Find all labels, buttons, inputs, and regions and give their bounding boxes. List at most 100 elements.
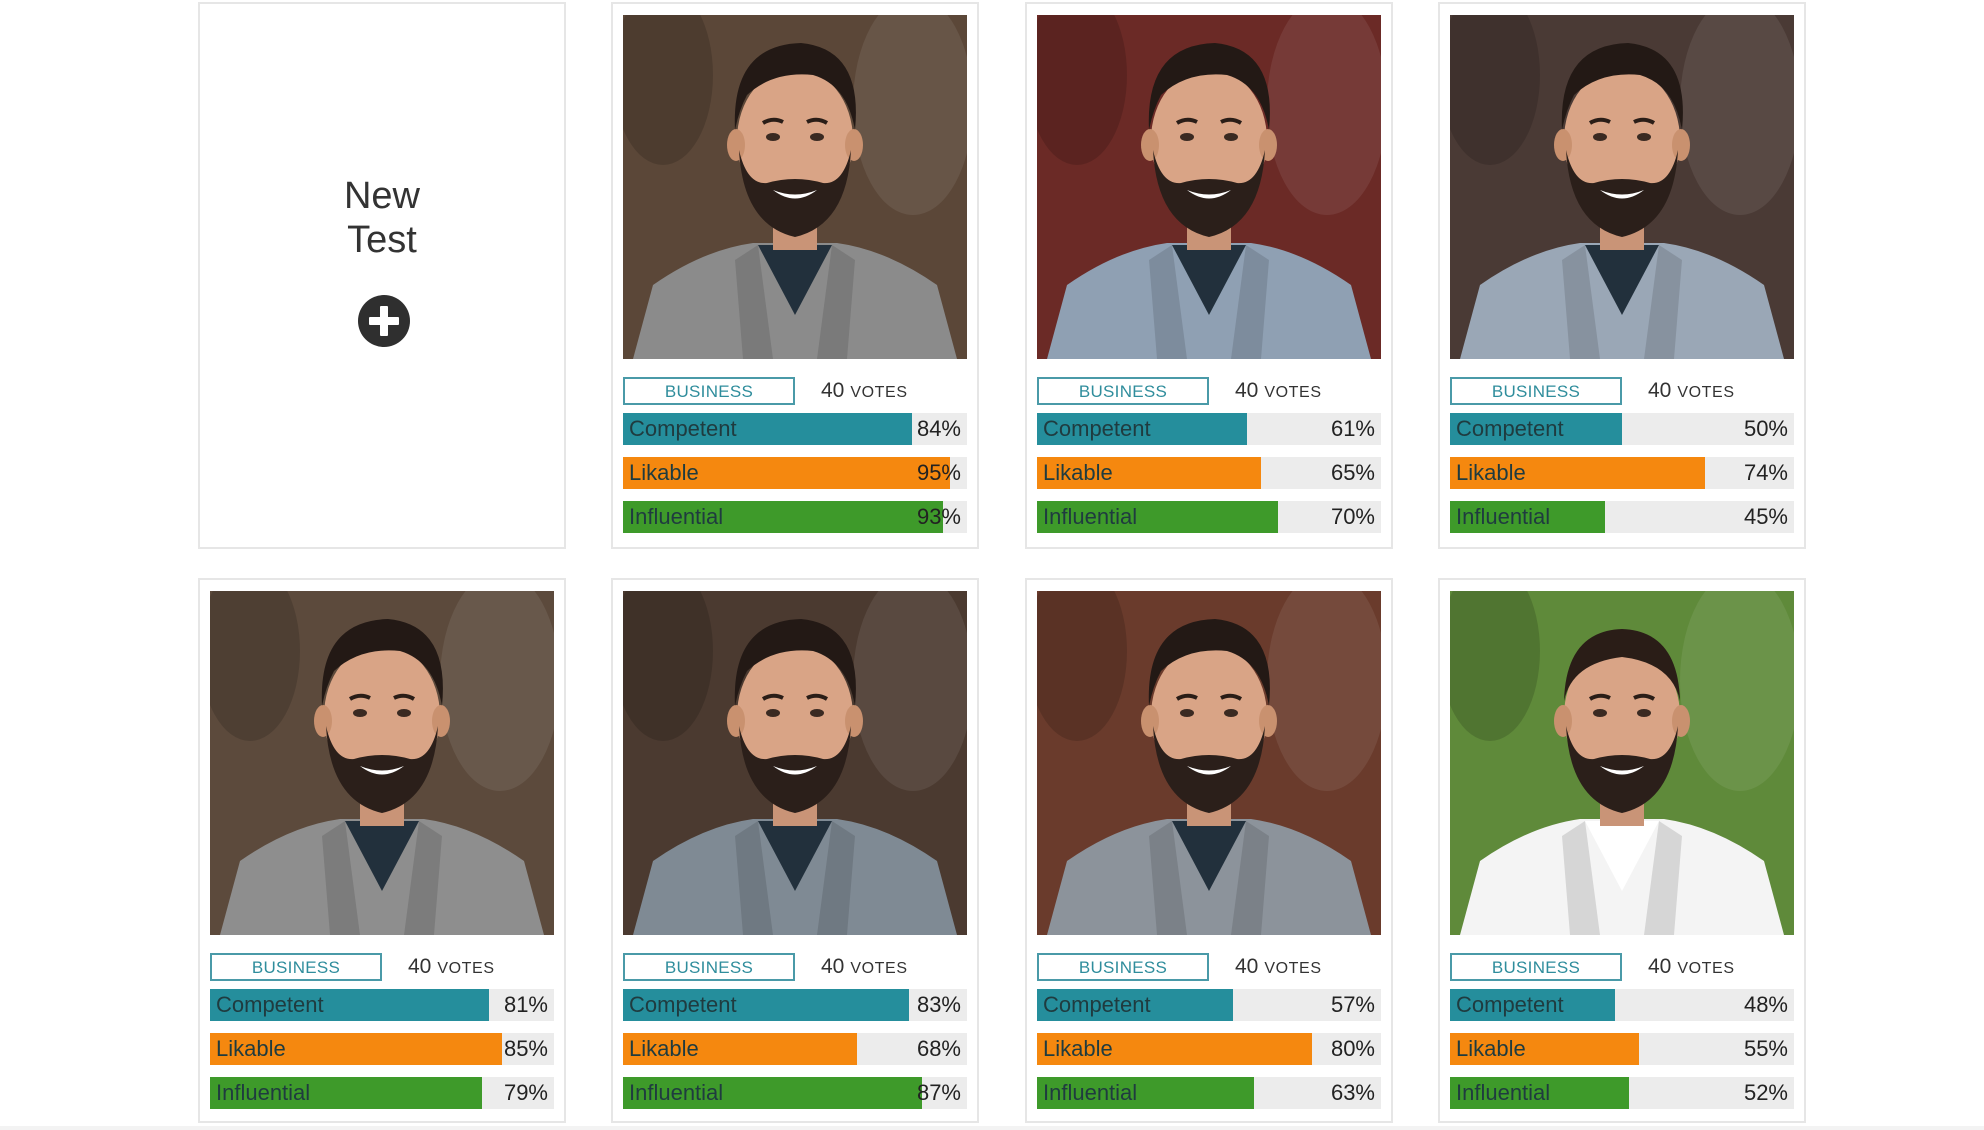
metric-label: Likable [1456, 460, 1526, 485]
metric-percent: 79% [503, 1080, 548, 1105]
votes-count: 40 VOTES [821, 953, 971, 981]
metric-percent: 84% [916, 416, 961, 441]
metric-label: Likable [1456, 1036, 1526, 1061]
metric-bar-competent: Competent 50% [1450, 413, 1794, 445]
metric-percent: 68% [916, 1036, 961, 1061]
metric-bar-influential: Influential 79% [210, 1077, 554, 1109]
result-card[interactable]: BUSINESS 40 VOTES Competent 48% Likable 55… [1438, 578, 1806, 1123]
result-card[interactable]: BUSINESS 40 VOTES Competent 81% Likable 85… [198, 578, 566, 1123]
metric-percent: 93% [916, 504, 961, 529]
votes-number: 40 [821, 379, 845, 402]
votes-count: 40 VOTES [821, 377, 971, 405]
metric-label: Competent [1456, 992, 1564, 1017]
votes-count: 40 VOTES [408, 953, 558, 981]
metric-bar-likable: Likable 68% [623, 1033, 967, 1065]
votes-label: VOTES [1677, 384, 1735, 401]
votes-number: 40 [408, 955, 432, 978]
votes-number: 40 [821, 955, 845, 978]
votes-number: 40 [1648, 379, 1672, 402]
metric-percent: 83% [916, 992, 961, 1017]
votes-number: 40 [1235, 379, 1259, 402]
metric-bar-likable: Likable 95% [623, 457, 967, 489]
category-tag[interactable]: BUSINESS [1450, 953, 1622, 981]
metric-bar-influential: Influential 70% [1037, 501, 1381, 533]
portrait-image [623, 591, 967, 935]
category-tag[interactable]: BUSINESS [1037, 377, 1209, 405]
metric-bar-influential: Influential 52% [1450, 1077, 1794, 1109]
result-card[interactable]: BUSINESS 40 VOTES Competent 50% Likable 74… [1438, 2, 1806, 549]
metric-bar-influential: Influential 45% [1450, 501, 1794, 533]
category-tag[interactable]: BUSINESS [210, 953, 382, 981]
votes-label: VOTES [437, 960, 495, 977]
metric-bar-likable: Likable 65% [1037, 457, 1381, 489]
metric-percent: 85% [503, 1036, 548, 1061]
votes-label: VOTES [1264, 384, 1322, 401]
votes-count: 40 VOTES [1648, 953, 1798, 981]
metric-bar-likable: Likable 80% [1037, 1033, 1381, 1065]
metric-bar-influential: Influential 87% [623, 1077, 967, 1109]
category-tag[interactable]: BUSINESS [1037, 953, 1209, 981]
result-card[interactable]: BUSINESS 40 VOTES Competent 84% Likable 95… [611, 2, 979, 549]
metric-percent: 65% [1330, 460, 1375, 485]
category-tag[interactable]: BUSINESS [623, 377, 795, 405]
photo [623, 591, 967, 935]
votes-label: VOTES [850, 960, 908, 977]
metric-percent: 48% [1743, 992, 1788, 1017]
metric-label: Likable [629, 460, 699, 485]
metric-percent: 95% [916, 460, 961, 485]
metric-bar-competent: Competent 84% [623, 413, 967, 445]
metric-percent: 87% [916, 1080, 961, 1105]
metric-percent: 50% [1743, 416, 1788, 441]
metric-bar-likable: Likable 55% [1450, 1033, 1794, 1065]
metric-label: Influential [1043, 1080, 1138, 1105]
votes-count: 40 VOTES [1648, 377, 1798, 405]
metric-percent: 55% [1743, 1036, 1788, 1061]
metric-label: Competent [216, 992, 324, 1017]
metric-bar-competent: Competent 57% [1037, 989, 1381, 1021]
metric-label: Influential [1456, 504, 1551, 529]
metric-bar-competent: Competent 48% [1450, 989, 1794, 1021]
new-test-title-line2: Test [347, 219, 417, 261]
metric-label: Influential [1043, 504, 1138, 529]
metric-label: Influential [1456, 1080, 1551, 1105]
page-bottom-edge [0, 1126, 1984, 1130]
photo [1037, 15, 1381, 359]
metric-label: Competent [629, 992, 737, 1017]
metric-percent: 52% [1743, 1080, 1788, 1105]
portrait-image [1037, 15, 1381, 359]
metric-label: Likable [216, 1036, 286, 1061]
metric-bar-influential: Influential 63% [1037, 1077, 1381, 1109]
metric-label: Competent [1043, 416, 1151, 441]
metric-label: Likable [1043, 460, 1113, 485]
result-card[interactable]: BUSINESS 40 VOTES Competent 83% Likable 68… [611, 578, 979, 1123]
result-card[interactable]: BUSINESS 40 VOTES Competent 61% Likable 65… [1025, 2, 1393, 549]
metric-bar-likable: Likable 85% [210, 1033, 554, 1065]
metric-percent: 74% [1743, 460, 1788, 485]
metric-label: Likable [1043, 1036, 1113, 1061]
portrait-image [210, 591, 554, 935]
new-test-card[interactable]: New Test [198, 2, 566, 549]
votes-number: 40 [1648, 955, 1672, 978]
metric-percent: 57% [1330, 992, 1375, 1017]
metric-percent: 45% [1743, 504, 1788, 529]
metric-bar-competent: Competent 81% [210, 989, 554, 1021]
metric-label: Influential [629, 504, 724, 529]
portrait-image [1450, 15, 1794, 359]
metric-label: Competent [629, 416, 737, 441]
metric-bar-likable: Likable 74% [1450, 457, 1794, 489]
votes-label: VOTES [850, 384, 908, 401]
metric-bar-competent: Competent 61% [1037, 413, 1381, 445]
metric-label: Influential [629, 1080, 724, 1105]
metric-percent: 70% [1330, 504, 1375, 529]
category-tag[interactable]: BUSINESS [623, 953, 795, 981]
metric-bar-competent: Competent 83% [623, 989, 967, 1021]
votes-count: 40 VOTES [1235, 953, 1385, 981]
photo [1450, 15, 1794, 359]
add-icon[interactable] [358, 295, 410, 347]
photo [210, 591, 554, 935]
photo [1450, 591, 1794, 935]
metric-bar-influential: Influential 93% [623, 501, 967, 533]
category-tag[interactable]: BUSINESS [1450, 377, 1622, 405]
result-card[interactable]: BUSINESS 40 VOTES Competent 57% Likable 80… [1025, 578, 1393, 1123]
metric-label: Competent [1456, 416, 1564, 441]
